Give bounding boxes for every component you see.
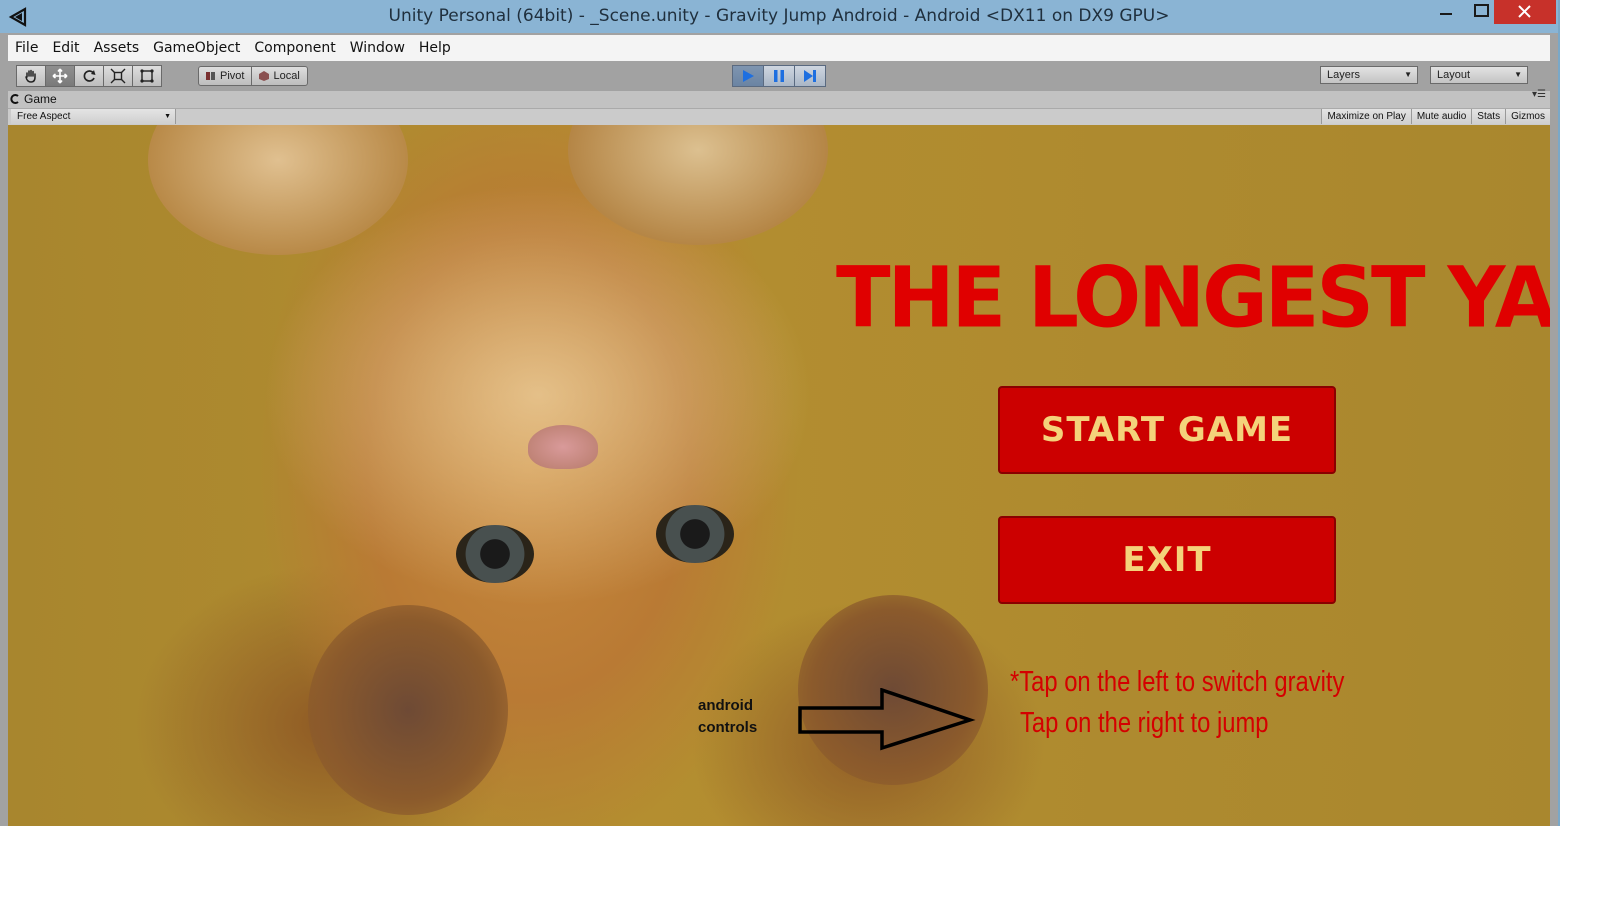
- exit-button[interactable]: EXIT: [998, 516, 1336, 604]
- minimize-button[interactable]: [1426, 0, 1466, 24]
- move-tool-button[interactable]: [45, 65, 75, 87]
- pivot-group: Pivot Local: [198, 66, 308, 88]
- layout-label: Layout: [1437, 69, 1471, 81]
- scale-icon: [110, 68, 126, 84]
- chevron-down-icon: ▼: [1514, 70, 1522, 79]
- scale-tool-button[interactable]: [103, 65, 133, 87]
- start-game-button[interactable]: START GAME: [998, 386, 1336, 474]
- layers-dropdown[interactable]: Layers ▼: [1320, 66, 1418, 84]
- pivot-icon: [206, 72, 215, 80]
- maximize-on-play-toggle[interactable]: Maximize on Play: [1321, 109, 1411, 124]
- menu-component[interactable]: Component: [247, 35, 342, 61]
- kitten-eye-right: [656, 505, 734, 563]
- step-icon: [804, 70, 816, 82]
- kitten-eye-left: [456, 525, 534, 583]
- kitten-ear-left: [308, 605, 508, 815]
- kitten-paw-right: [568, 125, 828, 245]
- aspect-dropdown[interactable]: Free Aspect ▼: [11, 109, 176, 124]
- mute-audio-toggle[interactable]: Mute audio: [1410, 109, 1472, 124]
- hand-tool-button[interactable]: [16, 65, 46, 87]
- menu-help[interactable]: Help: [412, 35, 458, 61]
- game-tab[interactable]: Game: [10, 92, 57, 106]
- menu-bar: File Edit Assets GameObject Component Wi…: [8, 35, 1550, 61]
- game-title: THE LONGEST YARN: [836, 248, 1550, 347]
- title-bar[interactable]: Unity Personal (64bit) - _Scene.unity - …: [0, 0, 1558, 33]
- local-label: Local: [273, 70, 300, 82]
- arrow-right-icon: [798, 688, 976, 751]
- playback-controls: [732, 65, 826, 87]
- pause-icon: [774, 70, 784, 82]
- menu-window[interactable]: Window: [343, 35, 412, 61]
- rotate-icon: [83, 70, 96, 82]
- move-icon: [52, 68, 68, 84]
- menu-gameobject[interactable]: GameObject: [146, 35, 247, 61]
- hand-icon: [25, 69, 36, 83]
- play-icon: [743, 70, 754, 82]
- play-button[interactable]: [732, 65, 764, 87]
- gizmos-toggle[interactable]: Gizmos: [1505, 109, 1550, 124]
- rotate-tool-button[interactable]: [74, 65, 104, 87]
- pivot-label: Pivot: [220, 70, 245, 82]
- game-viewport[interactable]: THE LONGEST YARN START GAME EXIT android…: [8, 125, 1550, 826]
- menu-assets[interactable]: Assets: [87, 35, 147, 61]
- local-icon: [259, 71, 270, 81]
- hint-jump: Tap on the right to jump: [1020, 707, 1269, 739]
- controls-label-line2: controls: [698, 719, 758, 736]
- toolbar: Pivot Local Layers ▼ Layout ▼: [8, 61, 1550, 91]
- kitten-nose: [528, 425, 598, 469]
- window-title: Unity Personal (64bit) - _Scene.unity - …: [388, 6, 1170, 26]
- close-button[interactable]: [1494, 0, 1556, 24]
- layers-label: Layers: [1327, 69, 1361, 81]
- pause-button[interactable]: [763, 65, 795, 87]
- transform-tools: [16, 65, 162, 87]
- rect-tool-icon: [140, 69, 154, 83]
- game-view-icon: [10, 94, 19, 104]
- chevron-down-icon: ▼: [1404, 70, 1412, 79]
- chevron-down-icon: ▼: [164, 113, 171, 120]
- kitten-paw-left: [148, 125, 408, 255]
- unity-window: Unity Personal (64bit) - _Scene.unity - …: [0, 0, 1560, 826]
- rect-tool-button[interactable]: [132, 65, 162, 87]
- game-tab-label: Game: [24, 92, 57, 106]
- aspect-label: Free Aspect: [17, 111, 71, 122]
- hint-switch-gravity: *Tap on the left to switch gravity: [1010, 666, 1345, 698]
- stats-toggle[interactable]: Stats: [1471, 109, 1506, 124]
- layout-dropdown[interactable]: Layout ▼: [1430, 66, 1528, 84]
- panel-menu-icon[interactable]: ▾☰: [1532, 89, 1546, 100]
- local-button[interactable]: Local: [251, 66, 308, 86]
- minimize-icon: [1440, 13, 1452, 15]
- close-icon: [1518, 5, 1531, 18]
- pivot-button[interactable]: Pivot: [198, 66, 253, 86]
- game-view-toolbar: Free Aspect ▼ Maximize on Play Mute audi…: [8, 108, 1550, 126]
- step-button[interactable]: [794, 65, 826, 87]
- controls-label-line1: android: [698, 697, 753, 714]
- menu-edit[interactable]: Edit: [45, 35, 86, 61]
- android-controls-label: android controls: [698, 695, 778, 739]
- menu-file[interactable]: File: [8, 35, 45, 61]
- game-view-options: Maximize on Play Mute audio Stats Gizmos: [1321, 109, 1550, 124]
- panel-tab-bar: Game ▾☰: [8, 89, 1550, 108]
